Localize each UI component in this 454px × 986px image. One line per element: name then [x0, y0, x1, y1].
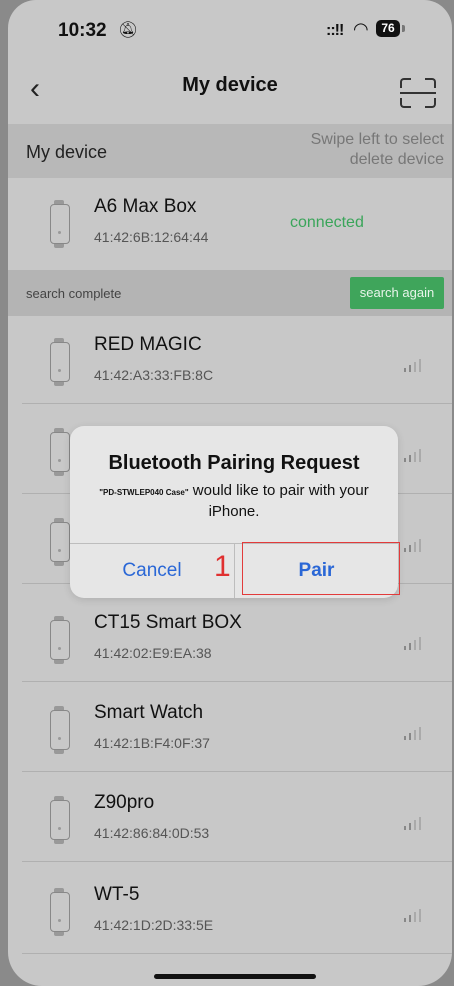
- signal-strength-icon: [404, 726, 426, 740]
- watch-icon: [50, 518, 70, 566]
- signal-strength-icon: [404, 538, 426, 552]
- search-status: search complete: [26, 286, 122, 301]
- status-time: 10:32: [58, 20, 107, 41]
- home-indicator[interactable]: [154, 974, 316, 979]
- device-mac: 41:42:6B:12:64:44: [94, 229, 209, 245]
- device-mac: 41:42:A3:33:FB:8C: [94, 367, 214, 383]
- connection-status: connected: [290, 214, 364, 231]
- device-name: Smart Watch: [94, 702, 204, 723]
- device-row[interactable]: Smart Watch 41:42:1B:F4:0F:37: [8, 684, 452, 772]
- silent-bell-icon: 🔕︎: [118, 22, 139, 39]
- device-row[interactable]: Z90pro 41:42:86:84:0D:53: [8, 774, 452, 862]
- pair-highlight-box: [242, 542, 400, 595]
- signal-strength-icon: [404, 358, 426, 372]
- dialog-device-name: "PD-STWLEP040 Case": [99, 488, 189, 497]
- dialog-message: "PD-STWLEP040 Case" would like to pair w…: [84, 481, 384, 521]
- step-number-label: 1: [214, 550, 231, 583]
- watch-icon: [50, 428, 70, 476]
- device-name: Z90pro: [94, 792, 155, 813]
- device-name: A6 Max Box: [94, 196, 197, 217]
- watch-icon: [50, 338, 70, 386]
- wifi-icon: ◠: [353, 19, 369, 39]
- signal-strength-icon: [404, 448, 426, 462]
- device-row[interactable]: RED MAGIC 41:42:A3:33:FB:8C: [8, 316, 452, 404]
- device-mac: 41:42:1D:2D:33:5E: [94, 917, 214, 933]
- cellular-signal-icon: ::!!: [326, 22, 344, 39]
- scan-icon[interactable]: [400, 78, 436, 108]
- swipe-hint-line2: delete device: [349, 151, 444, 168]
- watch-icon: [50, 888, 70, 936]
- dialog-title: Bluetooth Pairing Request: [108, 452, 360, 474]
- search-section-header: search complete search again: [8, 270, 452, 316]
- device-mac: 41:42:02:E9:EA:38: [94, 645, 212, 661]
- connected-device-row[interactable]: A6 Max Box 41:42:6B:12:64:44 connected: [8, 178, 452, 266]
- watch-icon: [50, 616, 70, 664]
- phone-screen: 10:32 🔕︎ ::!! ◠ 76 ‹ My device My device…: [8, 0, 452, 986]
- device-row[interactable]: CT15 Smart BOX 41:42:02:E9:EA:38: [8, 594, 452, 682]
- cancel-button[interactable]: Cancel: [70, 544, 234, 598]
- page-title: My device: [182, 74, 278, 96]
- my-device-section-header: My device Swipe left to select delete de…: [8, 124, 452, 178]
- watch-icon: [50, 706, 70, 754]
- watch-icon: [50, 796, 70, 844]
- signal-strength-icon: [404, 816, 426, 830]
- nav-bar: ‹ My device: [8, 56, 452, 124]
- watch-icon: [50, 200, 70, 248]
- battery-icon: 76: [376, 20, 400, 37]
- device-mac: 41:42:86:84:0D:53: [94, 825, 210, 841]
- section-title: My device: [26, 142, 108, 162]
- device-name: RED MAGIC: [94, 334, 202, 355]
- signal-strength-icon: [404, 908, 426, 922]
- search-again-button[interactable]: search again: [350, 277, 444, 309]
- device-name: WT-5: [94, 884, 140, 905]
- dialog-message-text: would like to pair with your iPhone.: [188, 482, 369, 520]
- status-bar: 10:32 🔕︎ ::!! ◠ 76: [8, 0, 452, 56]
- swipe-hint: Swipe left to select delete device: [311, 130, 444, 170]
- signal-strength-icon: [404, 636, 426, 650]
- device-mac: 41:42:1B:F4:0F:37: [94, 735, 210, 751]
- swipe-hint-line1: Swipe left to select: [310, 131, 444, 148]
- battery-cap: [402, 25, 405, 32]
- device-name: CT15 Smart BOX: [94, 612, 242, 633]
- device-row[interactable]: WT-5 41:42:1D:2D:33:5E: [8, 866, 452, 954]
